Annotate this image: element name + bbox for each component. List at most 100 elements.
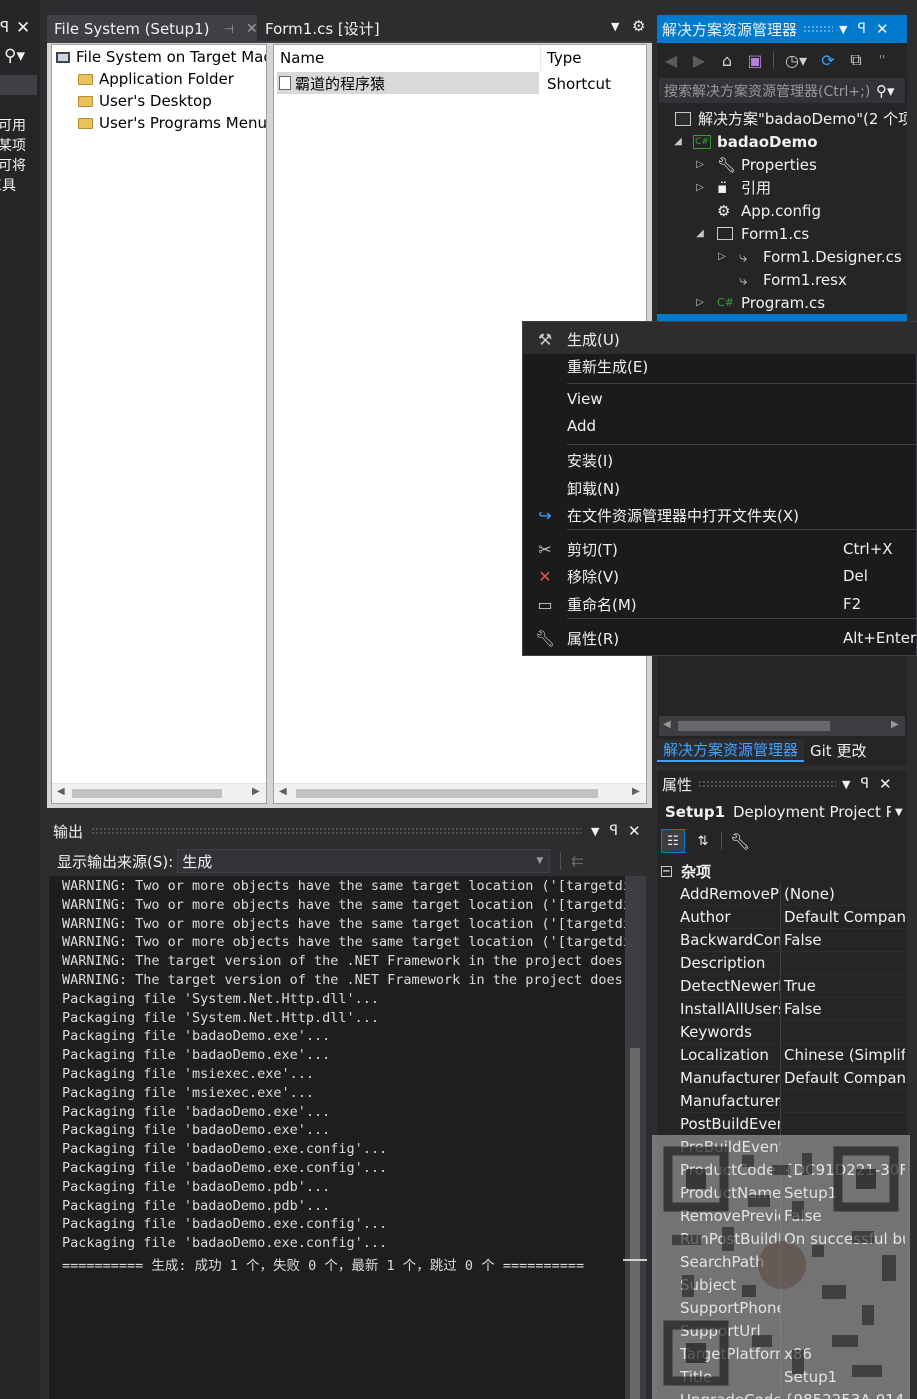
menu-item-remove[interactable]: ✕ 移除(V) Del — [523, 563, 917, 589]
property-row[interactable]: BackwardCompatibleIDGenerationFalse — [677, 929, 905, 952]
property-value[interactable]: On successful build — [780, 1228, 905, 1250]
prop-close-icon[interactable]: ✕ — [879, 775, 892, 793]
property-value[interactable]: {DC91D221-30FC — [780, 1159, 905, 1181]
fs-tree-hscrollbar[interactable]: ◀ ▶ — [52, 783, 266, 803]
property-value[interactable]: Setup1 — [780, 1366, 905, 1388]
goto-message-icon[interactable]: ⇇ — [571, 852, 584, 870]
se-item-program-cs[interactable]: ▷ C# Program.cs — [693, 291, 825, 314]
output-dropdown-icon[interactable]: ▼ — [591, 825, 599, 838]
property-value[interactable]: x86 — [780, 1343, 905, 1365]
tab-pin-icon[interactable]: ⊣ — [223, 22, 233, 36]
pending-changes-filter-icon[interactable]: ◷▾ — [782, 51, 810, 70]
menu-item-install[interactable]: 安装(I) — [523, 447, 917, 473]
property-value[interactable] — [780, 1090, 905, 1112]
tab-file-system[interactable]: File System (Setup1) ⊣ ✕ — [47, 15, 258, 42]
property-row[interactable]: ProductCode {DC91D221-30FC — [677, 1159, 905, 1182]
property-pages-wrench-icon[interactable]: 🔧︎ — [728, 829, 752, 853]
fs-list-hscrollbar[interactable]: ◀ ▶ — [274, 783, 646, 803]
forward-icon[interactable]: ▶ — [689, 51, 709, 70]
property-value[interactable]: {9852253A-0149 — [780, 1389, 905, 1399]
prop-dropdown-icon[interactable]: ▼ — [842, 778, 850, 791]
scroll-right-arrow-icon[interactable]: ▶ — [891, 719, 899, 730]
collapsed-arrow-icon[interactable]: ▷ — [693, 297, 707, 308]
output-vscroll-thumb[interactable] — [630, 1048, 640, 1399]
scroll-right-arrow-icon[interactable]: ▶ — [632, 786, 640, 797]
tab-settings-gear-icon[interactable]: ⚙ — [632, 17, 645, 35]
se-solution-node[interactable]: 解决方案"badaoDemo"(2 个项目) — [675, 107, 907, 130]
collapsed-arrow-icon[interactable]: ▷ — [693, 159, 707, 170]
se-hscroll-thumb[interactable] — [678, 721, 830, 731]
se-item-form1[interactable]: ◢ Form1.cs — [693, 222, 809, 245]
menu-item-build[interactable]: ⚒ 生成(U) — [523, 326, 917, 352]
collapsed-arrow-icon[interactable]: ▷ — [693, 182, 707, 193]
fs-list-hscroll-thumb[interactable] — [296, 789, 598, 798]
left-close-icon[interactable]: ✕ — [16, 18, 30, 38]
property-row[interactable]: ProductName Setup1 — [677, 1182, 905, 1205]
menu-item-open-in-explorer[interactable]: ↪ 在文件资源管理器中打开文件夹(X) — [523, 502, 917, 528]
scroll-left-arrow-icon[interactable]: ◀ — [663, 719, 671, 730]
fs-tree-item-users-programs-menu[interactable]: User's Programs Menu — [78, 112, 266, 134]
left-pin-icon[interactable]: ꟼ — [0, 18, 10, 36]
menu-item-uninstall[interactable]: 卸载(N) — [523, 475, 917, 501]
menu-item-view[interactable]: View — [523, 386, 917, 412]
tab-git-changes[interactable]: Git 更改 — [804, 740, 866, 761]
tab-form1-design[interactable]: Form1.cs [设计] — [258, 15, 380, 42]
collapsed-arrow-icon[interactable]: ▷ — [715, 251, 729, 262]
property-row[interactable]: RemovePreviousVersionsFalse — [677, 1205, 905, 1228]
property-row[interactable]: Keywords — [677, 1021, 905, 1044]
properties-toolbar-icon[interactable]: '' — [874, 53, 890, 67]
fs-tree-item-application-folder[interactable]: Application Folder — [78, 68, 234, 90]
property-value[interactable]: Default Company Name — [780, 1067, 905, 1089]
property-row[interactable]: ManufacturerDefault Company Name — [677, 1067, 905, 1090]
prop-pin-icon[interactable]: ꟼ — [860, 776, 868, 792]
alphabetical-icon[interactable]: ⇅ — [691, 829, 715, 853]
se-item-form1-designer[interactable]: ▷ ⤷ Form1.Designer.cs — [715, 245, 902, 268]
chevron-down-icon[interactable]: ▼ — [895, 807, 903, 818]
menu-item-properties[interactable]: 🔧︎ 属性(R) Alt+Enter — [523, 625, 917, 651]
home-icon[interactable]: ⌂ — [717, 51, 737, 70]
output-source-select[interactable]: 生成 ▼ — [177, 849, 551, 873]
fs-tree-root[interactable]: File System on Target Machine — [56, 46, 266, 68]
fs-tree-item-users-desktop[interactable]: User's Desktop — [78, 90, 212, 112]
property-row[interactable]: PostBuildEvent — [677, 1113, 905, 1136]
switch-views-icon[interactable]: ▣ — [745, 51, 765, 70]
se-pin-icon[interactable]: ꟼ — [857, 21, 865, 37]
property-row[interactable]: Localization Chinese (Simplified) — [677, 1044, 905, 1067]
tab-close-icon[interactable]: ✕ — [246, 21, 258, 37]
output-pin-icon[interactable]: ꟼ — [609, 823, 617, 839]
menu-item-rebuild[interactable]: 重新生成(E) — [523, 353, 917, 379]
fs-list-header-type[interactable]: Type — [542, 45, 646, 71]
collapse-all-icon[interactable]: ⧉ — [846, 50, 866, 70]
tab-solution-explorer[interactable]: 解决方案资源管理器 — [657, 739, 805, 762]
fs-list-header-name[interactable]: Name — [274, 45, 541, 71]
se-item-properties[interactable]: ▷ 🔧︎ Properties — [693, 153, 817, 176]
property-row[interactable]: InstallAllUsers False — [677, 998, 905, 1021]
property-value[interactable] — [780, 1274, 905, 1296]
property-value[interactable]: Default Company Name — [780, 906, 905, 928]
property-value[interactable]: False — [780, 929, 905, 951]
back-icon[interactable]: ◀ — [661, 51, 681, 70]
property-value[interactable] — [780, 1113, 905, 1135]
tab-overflow-dropdown-icon[interactable]: ▼ — [611, 20, 619, 33]
property-value[interactable]: Setup1 — [780, 1182, 905, 1204]
se-close-icon[interactable]: ✕ — [876, 20, 889, 38]
categorized-icon[interactable]: ☷ — [661, 829, 685, 853]
property-value[interactable]: Chinese (Simplified) — [780, 1044, 905, 1066]
output-close-icon[interactable]: ✕ — [628, 822, 641, 840]
property-row[interactable]: Title Setup1 — [677, 1366, 905, 1389]
se-item-form1-resx[interactable]: ⤷ Form1.resx — [715, 268, 847, 291]
menu-item-add[interactable]: Add — [523, 413, 917, 439]
property-row[interactable]: Subject — [677, 1274, 905, 1297]
refresh-icon[interactable]: ⟳ — [818, 51, 838, 70]
expanded-arrow-icon[interactable]: ◢ — [693, 228, 707, 239]
property-value[interactable] — [780, 1320, 905, 1342]
property-row[interactable]: PreBuildEvent — [677, 1136, 905, 1159]
property-row[interactable]: DetectNewerInstalledVersionTrue — [677, 975, 905, 998]
property-row[interactable]: TargetPlatform x86 — [677, 1343, 905, 1366]
expanded-arrow-icon[interactable]: ◢ — [671, 136, 685, 147]
property-value[interactable] — [780, 952, 905, 974]
menu-item-rename[interactable]: ▭ 重命名(M) F2 — [523, 591, 917, 617]
property-row[interactable]: SupportUrl — [677, 1320, 905, 1343]
collapse-category-icon[interactable]: − — [661, 865, 672, 877]
properties-object-selector[interactable]: Setup1 Deployment Project Properties ▼ — [661, 800, 905, 824]
